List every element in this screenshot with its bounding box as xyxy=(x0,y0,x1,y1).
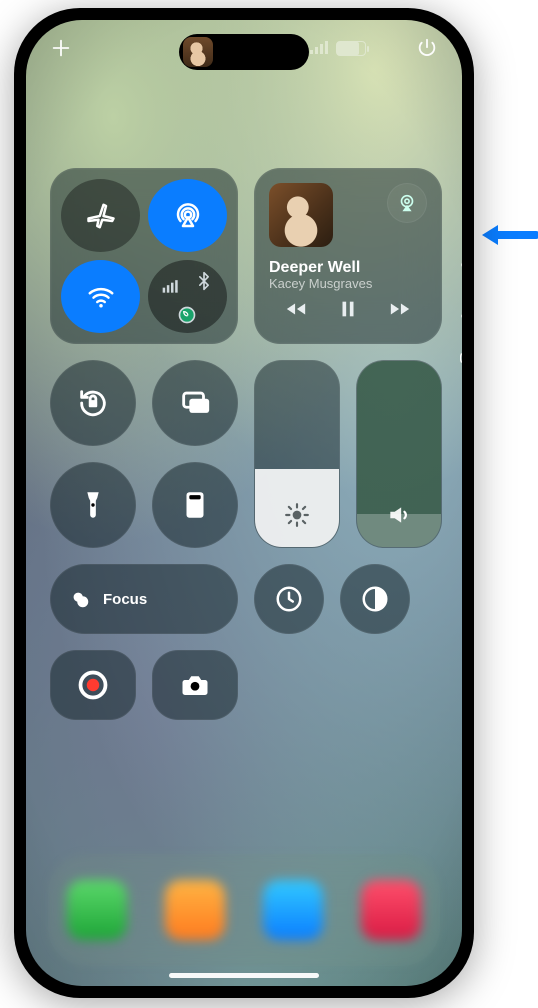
track-title: Deeper Well xyxy=(269,259,427,277)
airdrop-toggle[interactable] xyxy=(148,179,227,252)
screen-record-button[interactable] xyxy=(50,650,136,720)
add-controls-button[interactable] xyxy=(46,34,76,62)
callout-arrow xyxy=(478,222,538,248)
now-playing-module[interactable]: Deeper Well Kacey Musgraves xyxy=(254,168,442,344)
screen: Deeper Well Kacey Musgraves xyxy=(26,20,462,986)
orientation-lock-toggle[interactable] xyxy=(50,360,136,446)
hotspot-icon xyxy=(167,297,208,334)
bluetooth-icon xyxy=(184,262,225,300)
play-pause-button[interactable] xyxy=(337,298,359,325)
volume-slider[interactable] xyxy=(356,360,442,548)
next-track-button[interactable] xyxy=(389,298,411,325)
page-dot-favorites xyxy=(460,258,462,274)
screen-mirroring-button[interactable] xyxy=(152,360,238,446)
connectivity-module[interactable] xyxy=(50,168,238,344)
brightness-icon xyxy=(284,502,310,533)
home-indicator[interactable] xyxy=(169,973,319,978)
page-dot-connectivity xyxy=(460,350,462,366)
dark-mode-toggle[interactable] xyxy=(340,564,410,634)
wifi-toggle[interactable] xyxy=(61,260,140,333)
device-frame: Deeper Well Kacey Musgraves xyxy=(14,8,474,998)
airplay-audio-button[interactable] xyxy=(387,183,427,223)
track-artist: Kacey Musgraves xyxy=(269,277,427,292)
focus-button[interactable]: Focus xyxy=(50,564,238,634)
album-art xyxy=(269,183,333,247)
airplane-mode-toggle[interactable] xyxy=(61,179,140,252)
brightness-slider[interactable] xyxy=(254,360,340,548)
page-indicator[interactable] xyxy=(460,258,462,366)
more-connectivity-toggle[interactable] xyxy=(148,260,227,333)
volume-icon xyxy=(386,502,412,533)
power-button[interactable] xyxy=(412,34,442,62)
previous-track-button[interactable] xyxy=(285,298,307,325)
camera-button[interactable] xyxy=(152,650,238,720)
flashlight-toggle[interactable] xyxy=(50,462,136,548)
calculator-button[interactable] xyxy=(152,462,238,548)
dock-blurred xyxy=(48,854,440,966)
page-dot-music xyxy=(460,304,462,320)
timer-button[interactable] xyxy=(254,564,324,634)
focus-label: Focus xyxy=(103,591,147,608)
